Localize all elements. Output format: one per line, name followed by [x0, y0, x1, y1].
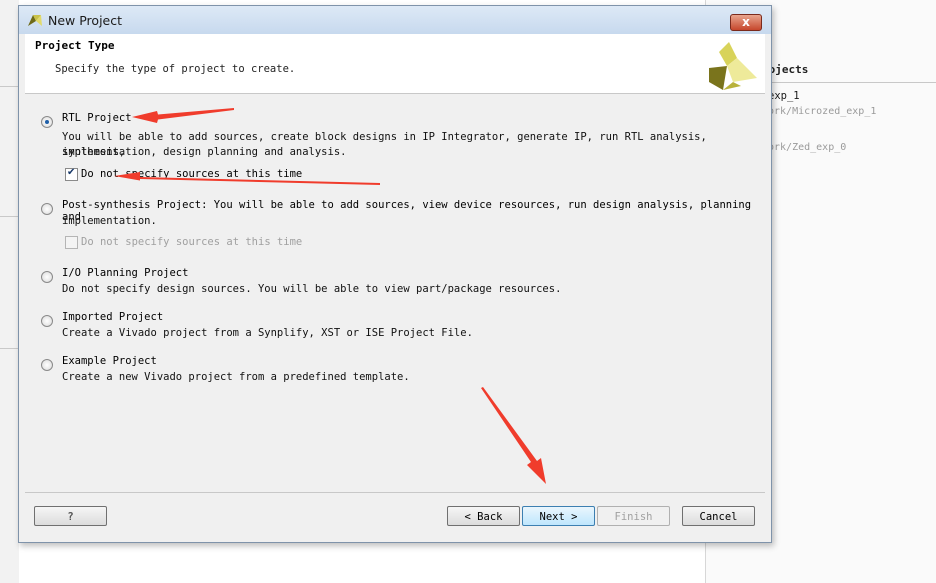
- help-button[interactable]: ?: [34, 506, 107, 526]
- post-synthesis-project-title[interactable]: Post-synthesis Project: You will be able…: [62, 199, 765, 223]
- rtl-project-description-line2: implementation, design planning and anal…: [62, 146, 347, 158]
- io-planning-project-description: Do not specify design sources. You will …: [62, 283, 562, 295]
- post-synthesis-project-description: implementation.: [62, 215, 157, 227]
- vivado-logo-icon: [28, 15, 42, 26]
- dialog-header-panel: Project Type Specify the type of project…: [25, 34, 765, 94]
- page-subtitle: Specify the type of project to create.: [55, 63, 296, 75]
- new-project-dialog: New Project x Project Type Specify the t…: [18, 5, 772, 543]
- post-synthesis-no-sources-checkbox[interactable]: [65, 236, 78, 249]
- background-window-left-pane: [0, 0, 19, 583]
- io-planning-project-title[interactable]: I/O Planning Project: [62, 267, 188, 279]
- rtl-project-radio[interactable]: [41, 116, 53, 128]
- back-button[interactable]: < Back: [447, 506, 520, 526]
- post-synthesis-project-radio[interactable]: [41, 203, 53, 215]
- post-synthesis-no-sources-label: Do not specify sources at this time: [81, 236, 303, 248]
- project-type-options: RTL Project You will be able to add sour…: [25, 94, 765, 496]
- recent-project-path: ork/Zed_exp_0: [768, 142, 847, 153]
- close-button[interactable]: x: [730, 14, 762, 31]
- imported-project-radio[interactable]: [41, 315, 53, 327]
- next-button[interactable]: Next >: [522, 506, 595, 526]
- background-divider: [0, 348, 19, 349]
- imported-project-description: Create a Vivado project from a Synplify,…: [62, 327, 473, 339]
- page-title: Project Type: [35, 39, 115, 52]
- background-divider: [0, 86, 19, 87]
- rtl-no-sources-label[interactable]: Do not specify sources at this time: [81, 168, 302, 180]
- rtl-project-title[interactable]: RTL Project: [62, 112, 132, 124]
- dialog-title: New Project: [48, 13, 123, 28]
- cancel-button[interactable]: Cancel: [682, 506, 755, 526]
- dialog-titlebar[interactable]: New Project x: [19, 6, 771, 34]
- imported-project-title[interactable]: Imported Project: [62, 311, 163, 323]
- recent-project-path: ork/Microzed_exp_1: [768, 106, 877, 117]
- example-project-radio[interactable]: [41, 359, 53, 371]
- example-project-title[interactable]: Example Project: [62, 355, 157, 367]
- close-icon: x: [742, 15, 750, 29]
- background-divider: [0, 216, 19, 217]
- recent-project-name[interactable]: exp_1: [768, 90, 800, 102]
- io-planning-project-radio[interactable]: [41, 271, 53, 283]
- footer-divider: [25, 492, 765, 493]
- example-project-description: Create a new Vivado project from a prede…: [62, 371, 410, 383]
- rtl-no-sources-checkbox[interactable]: [65, 167, 78, 181]
- vivado-logo-icon: [709, 42, 757, 90]
- finish-button[interactable]: Finish: [597, 506, 670, 526]
